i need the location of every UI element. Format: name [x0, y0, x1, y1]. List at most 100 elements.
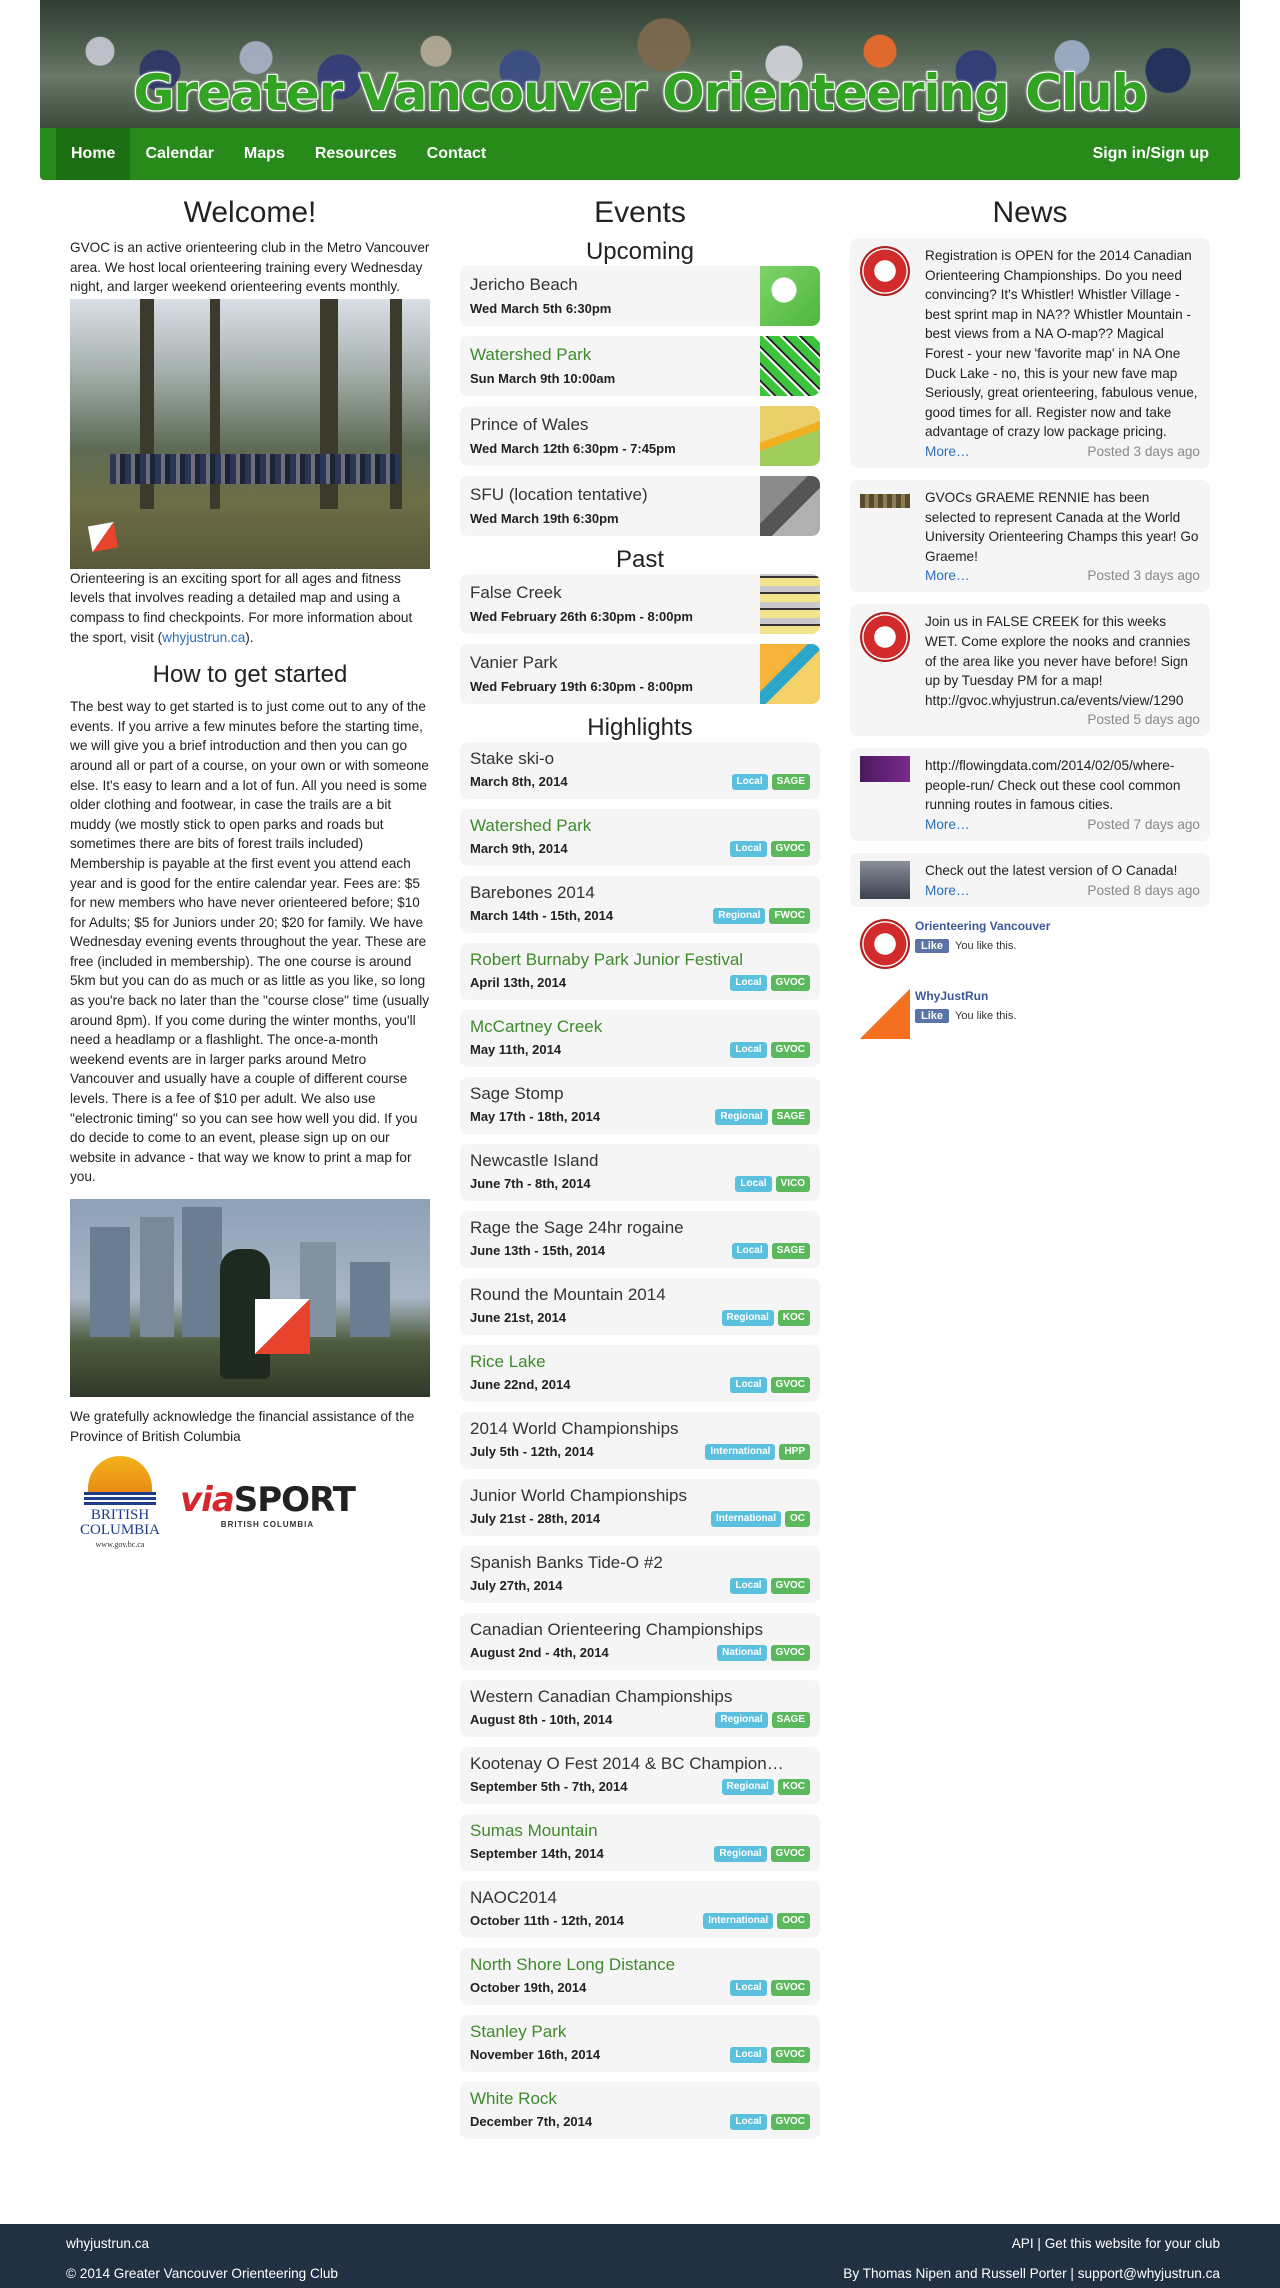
level-badge: Regional: [713, 908, 766, 924]
nav-contact[interactable]: Contact: [412, 128, 502, 180]
highlight-tags: Local GVOC: [730, 1980, 810, 1996]
event-card[interactable]: False Creek Wed February 26th 6:30pm - 8:…: [460, 574, 820, 634]
news-more-link[interactable]: More…: [925, 442, 970, 462]
highlight-name[interactable]: Sage Stomp: [470, 1084, 564, 1104]
highlight-name[interactable]: Newcastle Island: [470, 1151, 599, 1171]
highlight-card[interactable]: Watershed Park March 9th, 2014 Local GVOC: [460, 809, 820, 866]
facebook-like-button[interactable]: Like: [915, 1008, 950, 1023]
highlight-card[interactable]: Kootenay O Fest 2014 & BC Champion… Septe…: [460, 1747, 820, 1804]
highlight-date: March 14th - 15th, 2014: [470, 908, 614, 923]
highlight-card[interactable]: North Shore Long Distance October 19th, 2…: [460, 1948, 820, 2005]
highlight-name[interactable]: Sumas Mountain: [470, 1821, 598, 1841]
map-thumbnail: [760, 644, 820, 704]
highlight-card[interactable]: Junior World Championships July 21st - 28…: [460, 1479, 820, 1536]
event-name[interactable]: Prince of Wales: [470, 415, 588, 435]
highlight-name[interactable]: North Shore Long Distance: [470, 1955, 675, 1975]
highlight-card[interactable]: Stanley Park November 16th, 2014 Local GVOC: [460, 2015, 820, 2072]
highlight-date: October 11th - 12th, 2014: [470, 1913, 624, 1928]
highlight-name[interactable]: Round the Mountain 2014: [470, 1285, 666, 1305]
highlight-card[interactable]: Newcastle Island June 7th - 8th, 2014 Loca…: [460, 1144, 820, 1201]
nav-home[interactable]: Home: [56, 128, 131, 180]
event-name[interactable]: Jericho Beach: [470, 275, 578, 295]
highlight-card[interactable]: Round the Mountain 2014 June 21st, 2014 Re…: [460, 1278, 820, 1335]
news-more-link[interactable]: More…: [925, 881, 970, 901]
level-badge: Regional: [715, 1109, 768, 1125]
highlight-name[interactable]: 2014 World Championships: [470, 1419, 679, 1439]
highlight-card[interactable]: Rice Lake June 22nd, 2014 Local GVOC: [460, 1345, 820, 1402]
highlight-name[interactable]: Watershed Park: [470, 816, 591, 836]
highlight-name[interactable]: Kootenay O Fest 2014 & BC Champion…: [470, 1754, 784, 1774]
news-thumbnail: [860, 246, 910, 296]
highlight-name[interactable]: Barebones 2014: [470, 883, 595, 903]
highlight-name[interactable]: McCartney Creek: [470, 1017, 602, 1037]
highlight-card[interactable]: McCartney Creek May 11th, 2014 Local GVOC: [460, 1010, 820, 1067]
event-card[interactable]: Watershed Park Sun March 9th 10:00am: [460, 336, 820, 396]
highlight-card[interactable]: Stake ski-o March 8th, 2014 Local SAGE: [460, 742, 820, 799]
bc-government-logo: BRITISH COLUMBIA www.gov.bc.ca: [70, 1456, 170, 1552]
past-events-list: False Creek Wed February 26th 6:30pm - 8:…: [460, 574, 820, 704]
facebook-page-name[interactable]: WhyJustRun: [915, 989, 988, 1003]
footer-copyright: © 2014 Greater Vancouver Orienteering Cl…: [66, 2266, 338, 2281]
highlight-card[interactable]: 2014 World Championships July 5th - 12th,…: [460, 1412, 820, 1469]
highlight-card[interactable]: Rage the Sage 24hr rogaine June 13th - 15…: [460, 1211, 820, 1268]
event-card[interactable]: Prince of Wales Wed March 12th 6:30pm - 7…: [460, 406, 820, 466]
facebook-page-name[interactable]: Orienteering Vancouver: [915, 919, 1050, 933]
nav-resources[interactable]: Resources: [300, 128, 412, 180]
level-badge: Local: [730, 841, 767, 857]
highlight-tags: Local SAGE: [731, 1243, 810, 1259]
highlight-name[interactable]: Robert Burnaby Park Junior Festival: [470, 950, 743, 970]
highlight-name[interactable]: Stanley Park: [470, 2022, 566, 2042]
nav-calendar[interactable]: Calendar: [130, 128, 228, 180]
highlight-card[interactable]: Barebones 2014 March 14th - 15th, 2014 Reg…: [460, 876, 820, 933]
nav-maps[interactable]: Maps: [229, 128, 300, 180]
highlight-card[interactable]: Sumas Mountain September 14th, 2014 Region…: [460, 1814, 820, 1871]
news-list: Registration is OPEN for the 2014 Canadi…: [850, 238, 1210, 907]
site-title[interactable]: Greater Vancouver Orienteering Club: [40, 64, 1240, 122]
facebook-like-row: Like You like this.: [915, 1008, 1017, 1023]
event-name[interactable]: Watershed Park: [470, 345, 591, 365]
footer-credits: By Thomas Nipen and Russell Porter | sup…: [843, 2266, 1220, 2281]
highlight-name[interactable]: White Rock: [470, 2089, 557, 2109]
highlight-card[interactable]: Spanish Banks Tide-O #2 July 27th, 2014 Lo…: [460, 1546, 820, 1603]
event-card[interactable]: SFU (location tentative) Wed March 19th 6…: [460, 476, 820, 536]
footer-whyjustrun-link[interactable]: whyjustrun.ca: [66, 2236, 149, 2251]
news-footer: More… Posted 7 days ago: [925, 815, 1200, 835]
facebook-like-status: You like this.: [955, 1009, 1017, 1022]
event-name[interactable]: Vanier Park: [470, 653, 558, 673]
highlight-card[interactable]: Robert Burnaby Park Junior Festival April…: [460, 943, 820, 1000]
welcome-column: Welcome! GVOC is an active orienteering …: [70, 190, 430, 1552]
event-name[interactable]: SFU (location tentative): [470, 485, 648, 505]
highlight-card[interactable]: Canadian Orienteering Championships Augus…: [460, 1613, 820, 1670]
highlight-name[interactable]: Rage the Sage 24hr rogaine: [470, 1218, 684, 1238]
news-title: News: [992, 196, 1068, 229]
news-more-link[interactable]: More…: [925, 815, 970, 835]
level-badge: Local: [730, 2114, 767, 2130]
highlight-name[interactable]: Stake ski-o: [470, 749, 554, 769]
event-name[interactable]: False Creek: [470, 583, 562, 603]
footer-api-links[interactable]: API | Get this website for your club: [1012, 2236, 1220, 2251]
city-orienteer-photo: [70, 1199, 430, 1397]
event-date: Sun March 9th 10:00am: [470, 371, 616, 386]
news-more-link[interactable]: More…: [925, 566, 970, 586]
whyjustrun-link[interactable]: whyjustrun.ca: [162, 630, 245, 645]
news-item: http://flowingdata.com/2014/02/05/where-…: [850, 748, 1210, 842]
control-flag-icon: [87, 521, 119, 552]
highlight-card[interactable]: Sage Stomp May 17th - 18th, 2014 Regional S…: [460, 1077, 820, 1134]
event-card[interactable]: Vanier Park Wed February 19th 6:30pm - 8:…: [460, 644, 820, 704]
facebook-like-button[interactable]: Like: [915, 938, 950, 953]
highlight-name[interactable]: Spanish Banks Tide-O #2: [470, 1553, 663, 1573]
highlight-name[interactable]: Western Canadian Championships: [470, 1687, 732, 1707]
highlight-name[interactable]: Canadian Orienteering Championships: [470, 1620, 763, 1640]
about-text: Orienteering is an exciting sport for al…: [70, 570, 413, 645]
highlight-name[interactable]: NAOC2014: [470, 1888, 557, 1908]
highlight-name[interactable]: Junior World Championships: [470, 1486, 687, 1506]
event-card[interactable]: Jericho Beach Wed March 5th 6:30pm: [460, 266, 820, 326]
highlight-card[interactable]: Western Canadian Championships August 8th…: [460, 1680, 820, 1737]
viasport-logo: viaSPORT BRITISH COLUMBIA: [180, 1479, 356, 1529]
highlight-card[interactable]: White Rock December 7th, 2014 Local GVOC: [460, 2082, 820, 2139]
highlight-name[interactable]: Rice Lake: [470, 1352, 546, 1372]
nav-signin[interactable]: Sign in/Sign up: [1078, 128, 1224, 180]
highlight-card[interactable]: NAOC2014 October 11th - 12th, 2014 Interna…: [460, 1881, 820, 1938]
map-thumbnail: [760, 266, 820, 326]
highlight-date: October 19th, 2014: [470, 1980, 587, 1995]
